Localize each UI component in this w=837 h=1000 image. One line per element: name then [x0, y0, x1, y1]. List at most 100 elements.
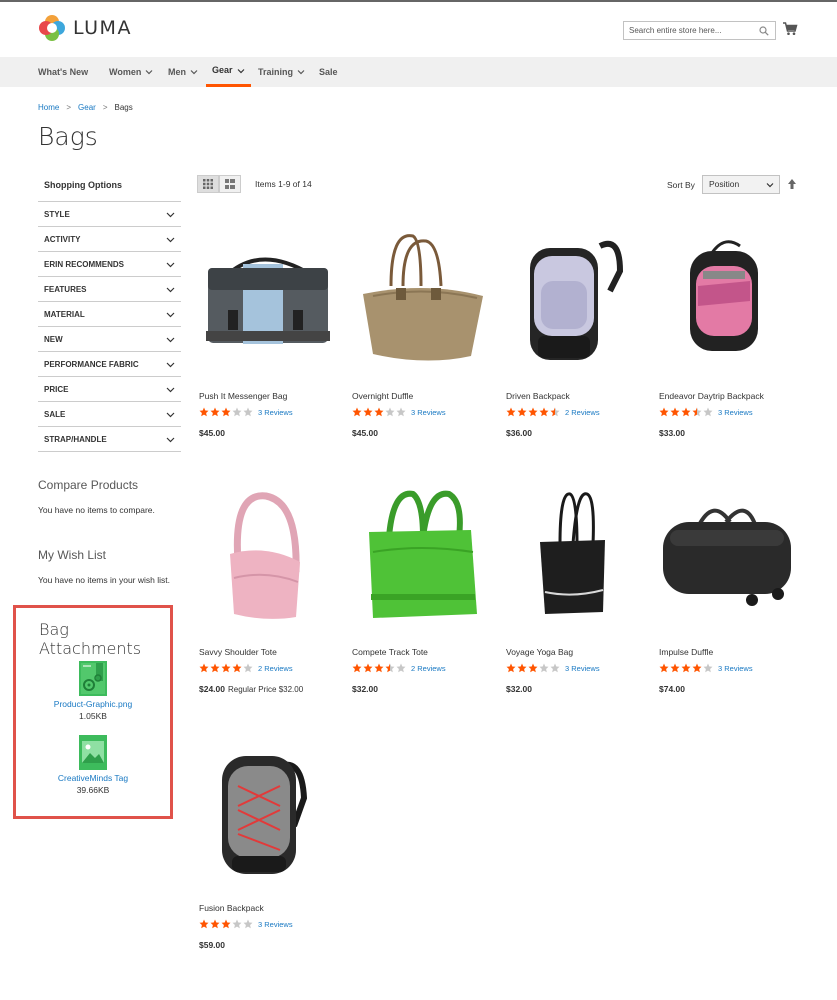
filter-activity[interactable]: Activity	[38, 227, 181, 252]
nav-item-label: Sale	[319, 66, 338, 77]
filter-price[interactable]: Price	[38, 377, 181, 402]
star-full-icon	[221, 407, 231, 417]
attachment-link[interactable]: Product-Graphic.png	[16, 699, 170, 709]
product-name[interactable]: Fusion Backpack	[199, 903, 264, 913]
product-card[interactable]: Push It Messenger Bag 3 Reviews $45.00	[198, 226, 348, 438]
star-full-icon	[659, 407, 669, 417]
nav-item-men[interactable]: Men	[168, 57, 198, 87]
chevron-down-icon	[166, 412, 175, 417]
chevron-down-icon	[766, 183, 774, 188]
filter-features[interactable]: Features	[38, 277, 181, 302]
nav-item-sale[interactable]: Sale	[319, 57, 338, 87]
reviews-link[interactable]: 2 Reviews	[565, 408, 600, 417]
star-full-icon	[210, 407, 220, 417]
filter-erin-recommends[interactable]: Erin Recommends	[38, 252, 181, 277]
filter-style[interactable]: Style	[38, 202, 181, 227]
reviews-link[interactable]: 2 Reviews	[258, 664, 293, 673]
product-image[interactable]	[198, 738, 348, 888]
top-border	[0, 0, 837, 2]
filter-material[interactable]: Material	[38, 302, 181, 327]
cart-icon[interactable]	[782, 21, 798, 36]
reviews-link[interactable]: 3 Reviews	[718, 408, 753, 417]
search-input[interactable]	[624, 22, 752, 39]
product-image[interactable]	[351, 226, 501, 376]
reviews-link[interactable]: 3 Reviews	[258, 408, 293, 417]
product-name[interactable]: Driven Backpack	[506, 391, 570, 401]
reviews-link[interactable]: 3 Reviews	[258, 920, 293, 929]
product-card[interactable]: Endeavor Daytrip Backpack 3 Reviews $33.…	[658, 226, 808, 438]
search-icon[interactable]	[759, 26, 769, 36]
reviews-link[interactable]: 3 Reviews	[718, 664, 753, 673]
product-image[interactable]	[505, 482, 655, 632]
nav-item-label: Women	[109, 66, 142, 77]
filter-label: Price	[44, 384, 69, 394]
rating-stars	[199, 663, 254, 673]
star-empty-icon	[703, 407, 713, 417]
nav-item-label: Men	[168, 66, 186, 77]
star-half-icon	[385, 663, 395, 673]
chevron-down-icon	[297, 70, 305, 75]
reviews-link[interactable]: 3 Reviews	[565, 664, 600, 673]
product-card[interactable]: Compete Track Tote 2 Reviews $32.00	[351, 482, 501, 694]
special-price: $24.00	[199, 684, 225, 694]
nav-item-gear[interactable]: Gear	[206, 57, 251, 87]
nav-item-whats-new[interactable]: What's New	[38, 57, 88, 87]
breadcrumb-home[interactable]: Home	[38, 103, 59, 112]
star-full-icon	[232, 663, 242, 673]
filter-performance-fabric[interactable]: Performance Fabric	[38, 352, 181, 377]
product-name[interactable]: Endeavor Daytrip Backpack	[659, 391, 764, 401]
product-image[interactable]	[658, 482, 808, 632]
product-rating: 3 Reviews	[352, 407, 446, 417]
star-full-icon	[517, 663, 527, 673]
product-image[interactable]	[198, 226, 348, 376]
star-full-icon	[352, 407, 362, 417]
star-half-icon	[550, 407, 560, 417]
attachment-item: Product-Graphic.png 1.05KB	[16, 660, 170, 721]
file-graphic-icon[interactable]	[78, 660, 108, 697]
product-card[interactable]: Impulse Duffle 3 Reviews $74.00	[658, 482, 808, 694]
sort-direction-icon[interactable]	[787, 178, 797, 190]
product-card[interactable]: Voyage Yoga Bag 3 Reviews $32.00	[505, 482, 655, 694]
product-card[interactable]: Savvy Shoulder Tote 2 Reviews $24.00 Regu…	[198, 482, 348, 694]
sort-select[interactable]: Position	[702, 175, 780, 194]
star-full-icon	[506, 663, 516, 673]
product-name[interactable]: Compete Track Tote	[352, 647, 428, 657]
nav-item-training[interactable]: Training	[258, 57, 305, 87]
product-name[interactable]: Overnight Duffle	[352, 391, 413, 401]
rating-stars	[506, 407, 561, 417]
filter-sale[interactable]: Sale	[38, 402, 181, 427]
product-rating: 3 Reviews	[199, 919, 293, 929]
nav-item-women[interactable]: Women	[109, 57, 153, 87]
product-image[interactable]	[505, 226, 655, 376]
breadcrumb-gear[interactable]: Gear	[78, 103, 96, 112]
reviews-link[interactable]: 3 Reviews	[411, 408, 446, 417]
image-file-icon[interactable]	[78, 734, 108, 771]
star-empty-icon	[396, 407, 406, 417]
list-view-button[interactable]	[219, 175, 241, 193]
logo[interactable]: LUMA	[38, 14, 132, 42]
product-rating: 2 Reviews	[352, 663, 446, 673]
attachment-link[interactable]: CreativeMinds Tag	[16, 773, 170, 783]
star-full-icon	[221, 663, 231, 673]
nav-item-label: What's New	[38, 66, 89, 77]
product-price: $45.00	[352, 428, 378, 438]
product-name[interactable]: Savvy Shoulder Tote	[199, 647, 277, 657]
product-image[interactable]	[198, 482, 348, 632]
filter-new[interactable]: New	[38, 327, 181, 352]
product-image[interactable]	[658, 226, 808, 376]
star-full-icon	[199, 407, 209, 417]
product-name[interactable]: Impulse Duffle	[659, 647, 713, 657]
reviews-link[interactable]: 2 Reviews	[411, 664, 446, 673]
product-image[interactable]	[351, 482, 501, 632]
main-nav: What's New Women Men Gear Training Sale	[0, 57, 837, 87]
product-name[interactable]: Push It Messenger Bag	[199, 391, 287, 401]
product-card[interactable]: Fusion Backpack 3 Reviews $59.00	[198, 738, 348, 950]
filter-strap-handle[interactable]: Strap/Handle	[38, 427, 181, 452]
star-full-icon	[352, 663, 362, 673]
product-price: $24.00 Regular Price $32.00	[199, 684, 303, 694]
chevron-down-icon	[166, 437, 175, 442]
grid-view-button[interactable]	[197, 175, 219, 193]
product-card[interactable]: Driven Backpack 2 Reviews $36.00	[505, 226, 655, 438]
product-card[interactable]: Overnight Duffle 3 Reviews $45.00	[351, 226, 501, 438]
product-name[interactable]: Voyage Yoga Bag	[506, 647, 573, 657]
